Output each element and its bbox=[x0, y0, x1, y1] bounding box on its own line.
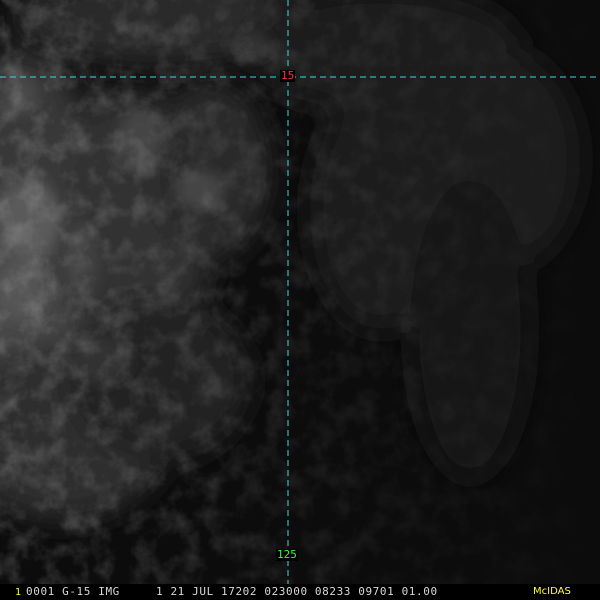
image-header-text: 0001 G-15 IMG 1 21 JUL 17202 023000 0823… bbox=[26, 585, 438, 598]
latitude-label: 15 bbox=[280, 69, 296, 82]
frame-number: 1 bbox=[15, 587, 22, 598]
mcidas-brand: McIDAS bbox=[533, 586, 571, 597]
satellite-image-frame: 15 125 1 0001 G-15 IMG 1 21 JUL 17202 02… bbox=[0, 0, 600, 600]
image-header-bar: 1 0001 G-15 IMG 1 21 JUL 17202 023000 08… bbox=[0, 584, 600, 600]
longitude-label: 125 bbox=[276, 548, 298, 561]
graticule bbox=[0, 0, 600, 584]
